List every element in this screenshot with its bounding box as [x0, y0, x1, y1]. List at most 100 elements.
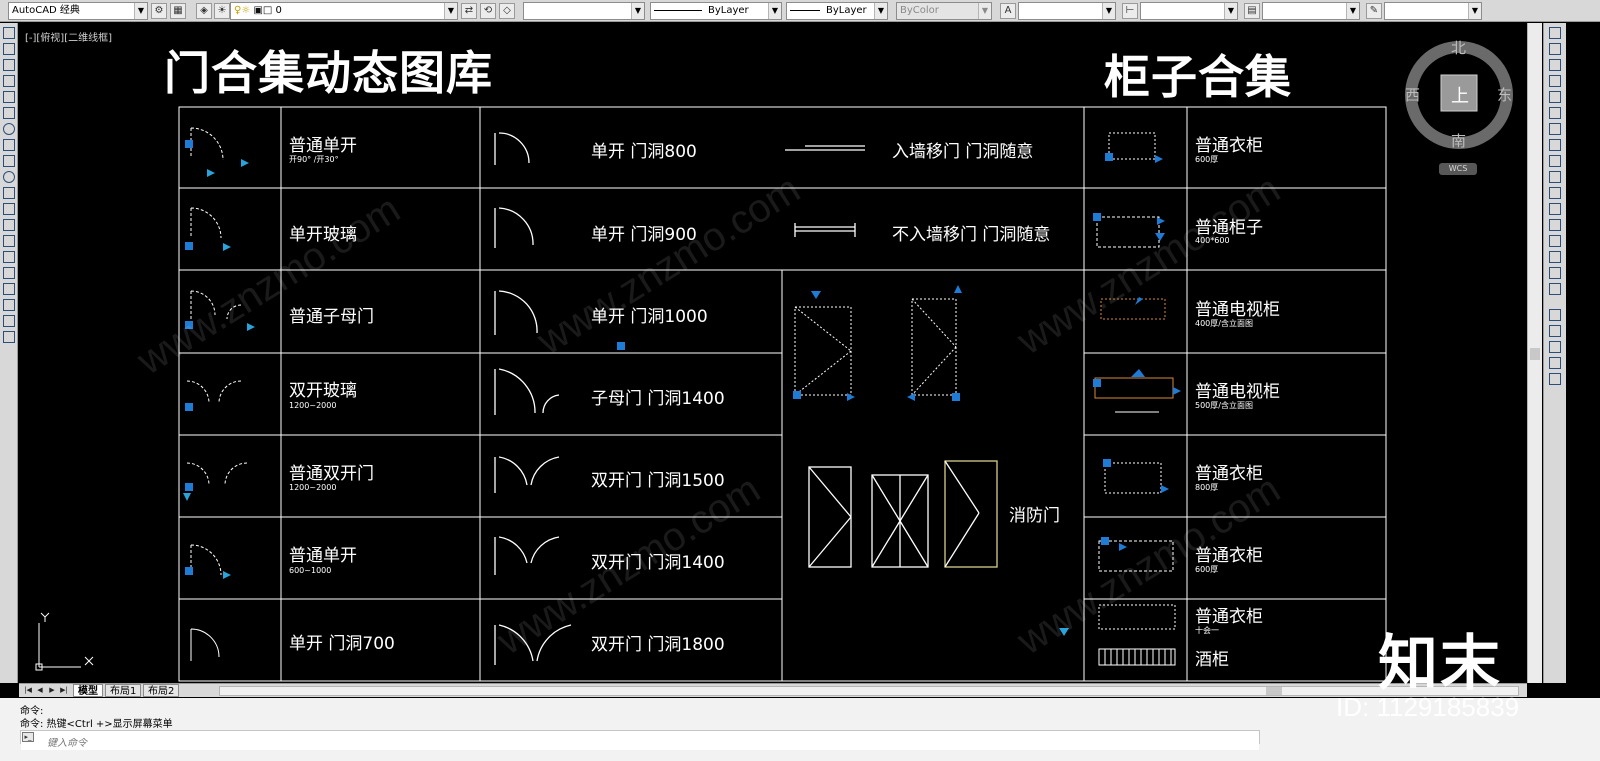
chamfer-icon[interactable] — [1549, 235, 1561, 247]
door-sub-6: 600~1000 — [289, 566, 332, 575]
send-back-icon[interactable] — [1549, 341, 1561, 353]
copy-icon[interactable] — [1549, 43, 1561, 55]
color-control-dropdown[interactable]: ▼ — [523, 2, 645, 20]
drawing-canvas[interactable]: [-][俯视][二维线框] 门合集动态图库 柜子合集 普通单开 开90° /开3… — [19, 23, 1526, 683]
rectangle-icon[interactable] — [2, 91, 15, 103]
dim-style-icon[interactable]: ⊢ — [1122, 3, 1138, 19]
first-tab-icon[interactable]: |◀ — [23, 685, 33, 696]
tab-layout2[interactable]: 布局2 — [143, 684, 180, 697]
cabinet-label-5: 普通衣柜 — [1195, 464, 1263, 484]
next-tab-icon[interactable]: ▶ — [47, 685, 57, 696]
tab-model[interactable]: 模型 — [73, 684, 103, 697]
ellipse-arc-icon[interactable] — [2, 187, 15, 199]
extend-icon[interactable] — [1549, 187, 1561, 199]
mleader-style-icon[interactable]: ✎ — [1366, 3, 1382, 19]
compass-north[interactable]: 北 — [1451, 37, 1466, 58]
linetype-dropdown[interactable]: ByLayer ▼ — [650, 2, 782, 20]
sliding-label-1: 入墙移门 门洞随意 — [892, 142, 1034, 162]
hatch-icon[interactable] — [2, 251, 15, 263]
linetype-value: ByLayer — [708, 5, 749, 16]
join-icon[interactable] — [1549, 219, 1561, 231]
wcs-menu[interactable]: WCS — [1439, 163, 1477, 175]
sliding-label-2: 不入墙移门 门洞随意 — [892, 225, 1051, 245]
point-icon[interactable] — [2, 235, 15, 247]
text-style-icon[interactable]: A — [1000, 3, 1016, 19]
line-icon[interactable] — [2, 27, 15, 39]
door-label-1: 普通单开 — [289, 136, 357, 156]
cabinet-sub-6: 600厚 — [1195, 565, 1219, 574]
prev-tab-icon[interactable]: ◀ — [35, 685, 45, 696]
revcloud-icon[interactable] — [2, 139, 15, 151]
layer-dropdown[interactable]: ♀☼ ▣□ 0 ▼ — [230, 2, 458, 20]
last-tab-icon[interactable]: ▶| — [59, 685, 69, 696]
spline-icon[interactable] — [2, 155, 15, 167]
layer-manager-icon[interactable]: ◈ — [196, 3, 212, 19]
plotstyle-dropdown[interactable]: ByColor ▼ — [896, 2, 992, 20]
break-icon[interactable] — [1549, 203, 1561, 215]
workspace-dropdown[interactable]: AutoCAD 经典 ▼ — [8, 2, 148, 20]
layer-state-icon[interactable]: ☀ — [214, 3, 230, 19]
make-current-icon[interactable]: ⇄ — [461, 3, 477, 19]
door-label-6: 普通单开 — [289, 546, 357, 566]
layer-iso-icon[interactable]: ◇ — [499, 3, 515, 19]
command-line[interactable] — [20, 730, 1260, 750]
polyline-icon[interactable] — [2, 59, 15, 71]
explode-icon[interactable] — [1549, 283, 1561, 295]
command-customize-icon[interactable]: ▸_ — [22, 732, 34, 742]
circle-icon[interactable] — [2, 123, 15, 135]
erase-icon[interactable] — [1549, 27, 1561, 39]
elevation-door-symbols — [794, 298, 957, 396]
command-input[interactable] — [21, 737, 1259, 750]
text-front-icon[interactable] — [1549, 357, 1561, 369]
stretch-icon[interactable] — [1549, 155, 1561, 167]
horizontal-scrollbar[interactable] — [219, 686, 1519, 696]
tab-layout1[interactable]: 布局1 — [105, 684, 142, 697]
vertical-scroll-thumb[interactable] — [1530, 348, 1540, 360]
table-icon[interactable] — [2, 299, 15, 311]
blend-icon[interactable] — [1549, 267, 1561, 279]
mleader-style-dropdown[interactable]: ▼ — [1384, 2, 1482, 20]
trim-icon[interactable] — [1549, 171, 1561, 183]
construction-line-icon[interactable] — [2, 43, 15, 55]
make-block-icon[interactable] — [2, 219, 15, 231]
mtext-icon[interactable] — [2, 315, 15, 327]
layer-value: 0 — [275, 5, 282, 16]
gradient-icon[interactable] — [2, 267, 15, 279]
table-style-icon[interactable]: ▤ — [1244, 3, 1260, 19]
grip-squares — [185, 140, 625, 575]
rotate-icon[interactable] — [1549, 123, 1561, 135]
arc-icon[interactable] — [2, 107, 15, 119]
array-icon[interactable] — [1549, 91, 1561, 103]
opening-label-1: 单开 门洞800 — [591, 142, 697, 162]
bring-front-icon[interactable] — [1549, 325, 1561, 337]
horizontal-scroll-thumb[interactable] — [1266, 687, 1282, 695]
insert-block-icon[interactable] — [2, 203, 15, 215]
region-icon[interactable] — [2, 283, 15, 295]
text-style-dropdown[interactable]: ▼ — [1018, 2, 1116, 20]
draworder-icon[interactable] — [1549, 309, 1561, 321]
lineweight-dropdown[interactable]: ByLayer ▼ — [786, 2, 888, 20]
mirror-icon[interactable] — [1549, 59, 1561, 71]
block-table-drawing — [35, 41, 1513, 682]
dim-style-dropdown[interactable]: ▼ — [1140, 2, 1238, 20]
toolpalette-icon[interactable]: ▦ — [170, 3, 186, 19]
move-icon[interactable] — [1549, 107, 1561, 119]
workspace-settings-icon[interactable]: ⚙ — [151, 3, 167, 19]
scale-icon[interactable] — [1549, 139, 1561, 151]
offset-icon[interactable] — [1549, 75, 1561, 87]
layer-previous-icon[interactable]: ⟲ — [480, 3, 496, 19]
compass-south[interactable]: 南 — [1451, 130, 1466, 151]
table-style-dropdown[interactable]: ▼ — [1262, 2, 1360, 20]
fillet-icon[interactable] — [1549, 251, 1561, 263]
ellipse-icon[interactable] — [2, 171, 15, 183]
polygon-icon[interactable] — [2, 75, 15, 87]
hatch-back-icon[interactable] — [1549, 373, 1561, 385]
vertical-scrollbar[interactable] — [1527, 23, 1542, 683]
add-selected-icon[interactable] — [2, 331, 15, 343]
cabinet-label-3: 普通电视柜 — [1195, 300, 1280, 320]
viewcube-top-label[interactable]: 上 — [1451, 82, 1469, 108]
compass-east[interactable]: 东 — [1497, 84, 1512, 105]
lineweight-value: ByLayer — [826, 5, 867, 16]
compass-west[interactable]: 西 — [1405, 84, 1420, 105]
opening-label-2: 单开 门洞900 — [591, 225, 697, 245]
